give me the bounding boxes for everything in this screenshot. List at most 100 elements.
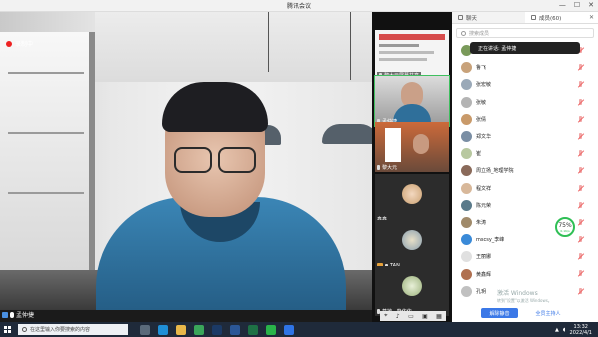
member-row[interactable]: mscsy_李峰 (452, 231, 598, 248)
host-icon (2, 311, 8, 318)
thumbnail-name: 黎大元 (382, 165, 398, 171)
avatar (461, 96, 472, 108)
thumbnail-column: 黎大元屏幕共享 孟仲捷 黎大元 鑫鑫 TAN 草地 · 静依依 (372, 12, 452, 322)
windows-activation-watermark: 激活 Windows 转到"设置"以激活 Windows。 (497, 290, 552, 303)
mic-muted-icon[interactable] (577, 270, 584, 277)
all-host-button[interactable]: 全员主持人 (527, 308, 569, 318)
screen-icon[interactable]: ▣ (422, 313, 428, 320)
avatar (461, 148, 472, 160)
clock-date: 2022/4/1 (569, 329, 592, 336)
avatar (461, 182, 472, 194)
member-name: 张倩 (476, 116, 487, 123)
tab-chat[interactable]: 聊天 (452, 12, 525, 23)
recording-indicator: 录制中 (6, 39, 33, 48)
title-bar: 腾讯会议 — ☐ ✕ (0, 0, 598, 12)
task-view-icon[interactable] (140, 324, 150, 335)
thumbnail-tile[interactable]: 孟仲捷 (374, 75, 450, 127)
thumbnail-tile[interactable]: 草地 · 静依依 (375, 266, 449, 316)
mic-muted-icon[interactable] (577, 184, 584, 192)
member-row[interactable]: 黄鑫辉 (452, 265, 598, 282)
member-row[interactable]: 程文祥 (452, 180, 598, 197)
chat-icon (458, 15, 463, 20)
tab-members[interactable]: 成员(60) (525, 12, 598, 23)
mic-muted-icon[interactable] (577, 218, 584, 226)
file-explorer-icon[interactable] (176, 324, 186, 335)
thumbnail-tile[interactable]: 鑫鑫 (375, 174, 449, 224)
mic-muted-icon[interactable] (577, 150, 584, 157)
member-name: mscsy_李峰 (476, 237, 505, 244)
photoshop-icon[interactable] (212, 324, 222, 335)
volume-icon[interactable]: ◖ (563, 327, 566, 333)
taskbar-search-placeholder: 在这里输入你要搜索的内容 (30, 327, 91, 333)
mic-muted-icon[interactable] (577, 132, 584, 140)
thumbnail-toolbar: ⌖ ♪ ▭ ▣ ▦ (380, 311, 446, 321)
thumbnail-tile[interactable]: 黎大元 (375, 122, 449, 172)
mic-muted-icon[interactable] (577, 81, 584, 88)
mic-muted-icon[interactable] (577, 201, 584, 209)
grid-icon[interactable]: ▦ (436, 313, 442, 320)
member-row[interactable]: 张宏敏 (452, 76, 598, 93)
pendant-lamp (322, 124, 372, 144)
member-name: 崔 (476, 151, 482, 158)
member-list: 孟仲捷鲁飞张宏敏张敏张倩郑文华崔周立扬_地理学院程文祥陈元荣朱涛mscsy_李峰… (452, 42, 598, 300)
start-button[interactable] (0, 322, 14, 337)
excel-icon[interactable] (248, 324, 258, 335)
member-row[interactable]: 郑文华 (452, 128, 598, 145)
member-search-input[interactable]: 搜索成员 (456, 28, 594, 38)
speaking-tooltip: 正在讲话: 孟仲捷 (470, 42, 580, 54)
avatar (461, 79, 472, 91)
maximize-button[interactable]: ☐ (574, 1, 580, 9)
member-row[interactable]: 张倩 (452, 111, 598, 128)
member-name: 鲁飞 (476, 65, 487, 72)
mic-muted-icon[interactable] (577, 287, 584, 295)
search-icon (461, 30, 466, 36)
speaker-glasses (170, 147, 262, 177)
member-row[interactable]: 周立扬_地理学院 (452, 162, 598, 179)
clock[interactable]: 13:32 2022/4/1 (570, 324, 592, 336)
avatar (461, 234, 472, 246)
mic-muted-icon[interactable] (577, 167, 584, 174)
video-icon[interactable]: ▭ (408, 313, 414, 320)
word-icon[interactable] (230, 324, 240, 335)
member-row[interactable]: 鲁飞 (452, 59, 598, 76)
member-row[interactable]: 陈元荣 (452, 197, 598, 214)
avatar (461, 216, 472, 228)
avatar (461, 165, 472, 177)
edge-icon[interactable] (158, 324, 168, 335)
member-name: 陈元荣 (476, 202, 492, 209)
close-button[interactable]: ✕ (588, 1, 594, 9)
chrome-icon[interactable] (194, 324, 204, 335)
search-placeholder: 搜索成员 (469, 30, 490, 37)
thumbnail-tile[interactable]: TAN (375, 220, 449, 270)
mic-muted-icon[interactable] (577, 98, 584, 106)
cursor-icon[interactable]: ⌖ (384, 312, 387, 320)
close-icon[interactable]: ✕ (589, 14, 594, 21)
mic-muted-icon[interactable] (577, 236, 584, 243)
member-name: 黄鑫辉 (476, 271, 492, 278)
unmute-all-button[interactable]: 解除静音 (481, 308, 518, 318)
wechat-icon[interactable] (266, 324, 276, 335)
search-icon (22, 327, 27, 332)
avatar (402, 276, 422, 296)
member-name: 郑文华 (476, 134, 492, 141)
member-row[interactable]: 崔 (452, 145, 598, 162)
tab-members-label: 成员(60) (539, 15, 562, 22)
taskbar-search-input[interactable]: 在这里输入你要搜索的内容 (18, 324, 128, 335)
member-row[interactable]: 张敏 (452, 94, 598, 111)
mic-icon[interactable]: ♪ (396, 313, 400, 320)
avatar (461, 131, 472, 143)
thumbnail-tile[interactable]: 黎大元屏幕共享 (375, 30, 449, 80)
avatar (402, 184, 422, 204)
minimize-button[interactable]: — (559, 1, 566, 9)
avatar (461, 268, 472, 280)
mic-muted-icon[interactable] (577, 64, 584, 71)
avatar (402, 230, 422, 250)
mic-muted-icon[interactable] (577, 253, 584, 260)
tencent-meeting-icon[interactable] (284, 324, 294, 335)
mic-muted-icon[interactable] (577, 115, 584, 123)
main-video-area[interactable]: 录制中 (0, 12, 372, 310)
network-icon[interactable]: ▲ (555, 327, 559, 333)
member-row[interactable]: 王丽娜 (452, 248, 598, 265)
member-row[interactable]: 朱涛 (452, 214, 598, 231)
member-name: 周立扬_地理学院 (476, 168, 514, 175)
